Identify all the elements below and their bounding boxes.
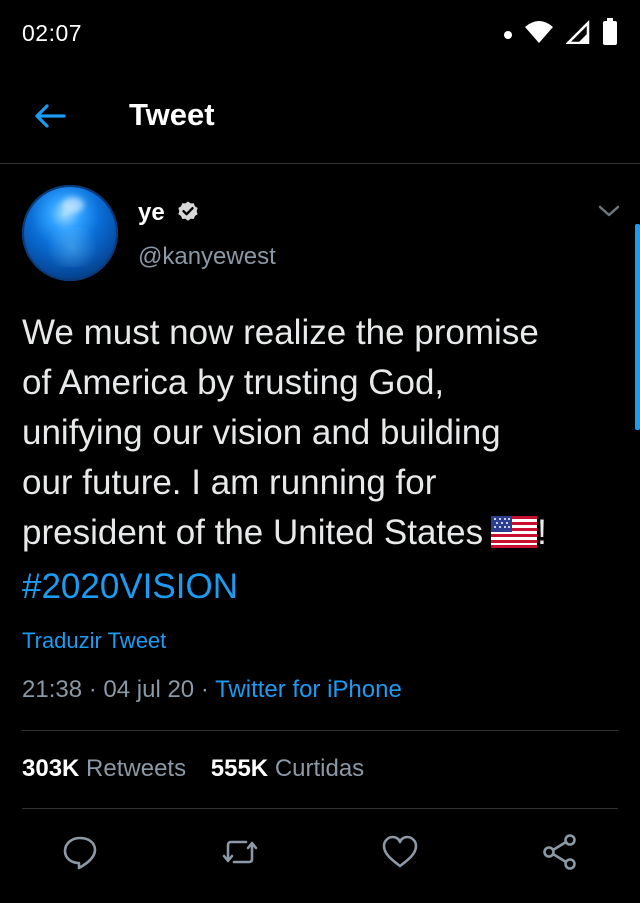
tweet-date: 04 jul 20 [103, 676, 195, 703]
tweet-options-button[interactable] [596, 200, 622, 222]
tweet-actions [0, 830, 640, 880]
status-icons [492, 18, 618, 51]
retweets-count: 303K [22, 755, 80, 782]
likes-count: 555K [210, 755, 269, 782]
like-button[interactable] [378, 830, 422, 874]
reply-button[interactable] [58, 830, 102, 874]
tweet-text-line: We must now realize the promise [22, 313, 539, 352]
author-display-name[interactable]: ye [138, 199, 165, 227]
tweet-source-link[interactable]: Twitter for iPhone [215, 676, 402, 703]
likes-stat[interactable]: 555K Curtidas [211, 755, 364, 783]
tweet-text-line: our future. I am running for [22, 463, 437, 502]
status-bar: 02:07 [0, 0, 640, 66]
battery-icon [602, 18, 618, 51]
like-icon [382, 835, 418, 868]
wifi-icon [524, 19, 554, 50]
status-time: 02:07 [22, 20, 83, 46]
scrollbar[interactable] [635, 224, 640, 430]
share-icon [543, 834, 576, 870]
retweets-label: Retweets [86, 755, 187, 782]
tweet-meta: 21:38 · 04 jul 20 · Twitter for iPhone [22, 676, 402, 704]
divider [22, 730, 618, 731]
tweet-time: 21:38 [22, 676, 83, 703]
likes-label: Curtidas [274, 755, 365, 782]
chevron-down-icon [598, 205, 620, 217]
page-title: Tweet [129, 97, 215, 132]
tweet-stats: 303K Retweets 555K Curtidas [22, 755, 364, 783]
meta-separator: · [88, 676, 97, 703]
retweet-button[interactable] [218, 830, 262, 874]
avatar[interactable] [22, 185, 118, 281]
back-button[interactable] [28, 94, 72, 138]
tweet-text-line: unifying our vision and building [22, 413, 501, 452]
divider [22, 808, 618, 809]
hashtag-link[interactable]: #2020VISION [22, 562, 622, 612]
us-flag-emoji-icon [491, 512, 538, 562]
author-handle[interactable]: @kanyewest [138, 243, 276, 271]
top-app-bar: Tweet [0, 66, 640, 164]
cell-signal-icon [564, 19, 590, 49]
tweet-text-line: president of the United States ! [22, 508, 622, 562]
notification-dot-icon [504, 30, 512, 39]
back-arrow-icon [35, 104, 66, 128]
meta-separator: · [200, 676, 209, 703]
reply-icon [63, 836, 97, 870]
tweet-text-line: of America by trusting God, [22, 363, 445, 402]
share-button[interactable] [538, 830, 582, 874]
translate-tweet-link[interactable]: Traduzir Tweet [22, 628, 166, 654]
verified-badge-icon [178, 201, 198, 221]
retweet-icon [222, 840, 258, 864]
retweets-stat[interactable]: 303K Retweets [22, 755, 186, 783]
tweet-text: We must now realize the promise of Ameri… [22, 308, 622, 612]
